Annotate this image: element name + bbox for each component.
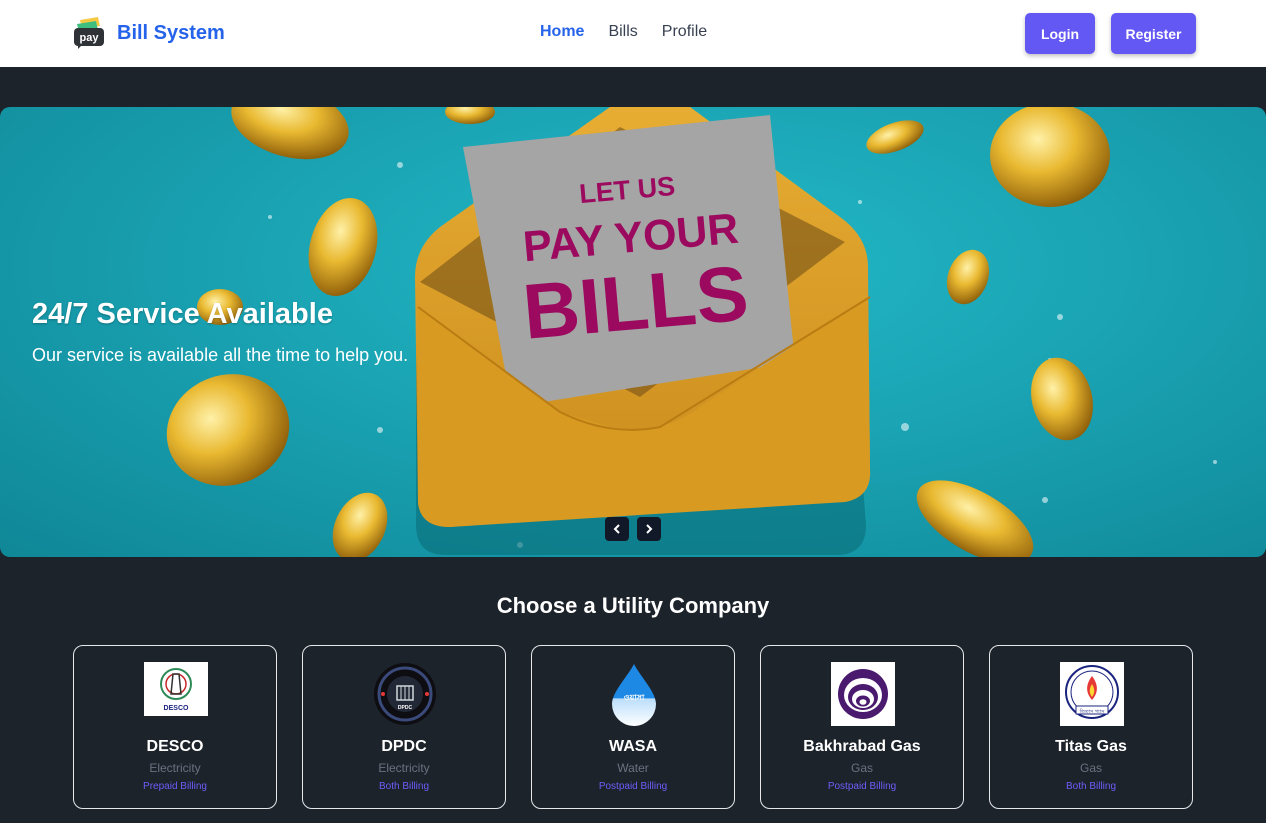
desco-logo-icon: DESCO <box>144 662 208 726</box>
login-button[interactable]: Login <box>1025 13 1095 54</box>
chevron-left-icon <box>613 524 620 534</box>
company-billing: Both Billing <box>378 781 430 792</box>
company-name: Titas Gas <box>1055 738 1127 755</box>
svg-text:DPDC: DPDC <box>398 705 413 711</box>
svg-text:তিতাস গ্যাস: তিতাস গ্যাস <box>1079 709 1105 715</box>
svg-text:pay: pay <box>80 32 100 44</box>
svg-text:ওয়াসা: ওয়াসা <box>624 693 645 702</box>
company-name: DESCO <box>146 738 204 755</box>
company-name: DPDC <box>381 738 427 755</box>
main-nav: Home Bills Profile <box>540 23 707 41</box>
company-name: Bakhrabad Gas <box>803 738 921 755</box>
brand-name: Bill System <box>117 21 225 44</box>
company-card-dpdc[interactable]: DPDC DPDC Electricity Both Billing <box>302 645 506 809</box>
company-type: Water <box>617 761 649 775</box>
chevron-right-icon <box>646 524 653 534</box>
company-billing: Both Billing <box>1065 781 1117 792</box>
company-list: DESCO DESCO Electricity Prepaid Billing … <box>73 645 1193 809</box>
company-type: Electricity <box>378 761 430 775</box>
company-card-wasa[interactable]: ওয়াসা WASA Water Postpaid Billing <box>531 645 735 809</box>
brand[interactable]: pay Bill System <box>72 16 225 50</box>
company-type: Electricity <box>149 761 201 775</box>
company-name: WASA <box>609 738 657 755</box>
svg-text:DESCO: DESCO <box>164 705 189 712</box>
navbar: pay Bill System Home Bills Profile Login… <box>0 0 1266 67</box>
carousel-next-button[interactable] <box>637 517 661 541</box>
company-card-desco[interactable]: DESCO DESCO Electricity Prepaid Billing <box>73 645 277 809</box>
section-title: Choose a Utility Company <box>496 593 770 618</box>
company-billing: Postpaid Billing <box>598 781 668 792</box>
register-button[interactable]: Register <box>1111 13 1196 54</box>
company-type: Gas <box>1079 761 1102 775</box>
company-card-bakhrabad-gas[interactable]: Bakhrabad Gas Gas Postpaid Billing <box>760 645 964 809</box>
hero-title: 24/7 Service Available <box>32 298 333 330</box>
carousel-prev-button[interactable] <box>605 517 629 541</box>
hero-carousel: LET US PAY YOUR BILLS 24/7 Service Avail… <box>0 107 1266 557</box>
hero-subtitle: Our service is available all the time to… <box>32 345 409 365</box>
company-type: Gas <box>850 761 873 775</box>
nav-profile[interactable]: Profile <box>662 23 707 41</box>
dpdc-logo-icon: DPDC <box>373 662 437 726</box>
nav-home[interactable]: Home <box>540 23 584 41</box>
pay-logo-icon: pay <box>72 16 107 50</box>
wasa-drop-icon: ওয়াসা <box>602 662 666 726</box>
company-card-titas-gas[interactable]: তিতাস গ্যাস Titas Gas Gas Both Billing <box>989 645 1193 809</box>
hero-illustration: LET US PAY YOUR BILLS <box>166 107 1217 557</box>
titas-flame-icon: তিতাস গ্যাস <box>1060 662 1124 726</box>
bakhrabad-logo-icon <box>831 662 895 726</box>
nav-bills[interactable]: Bills <box>608 23 637 41</box>
company-billing: Prepaid Billing <box>143 781 207 792</box>
company-billing: Postpaid Billing <box>827 781 897 792</box>
